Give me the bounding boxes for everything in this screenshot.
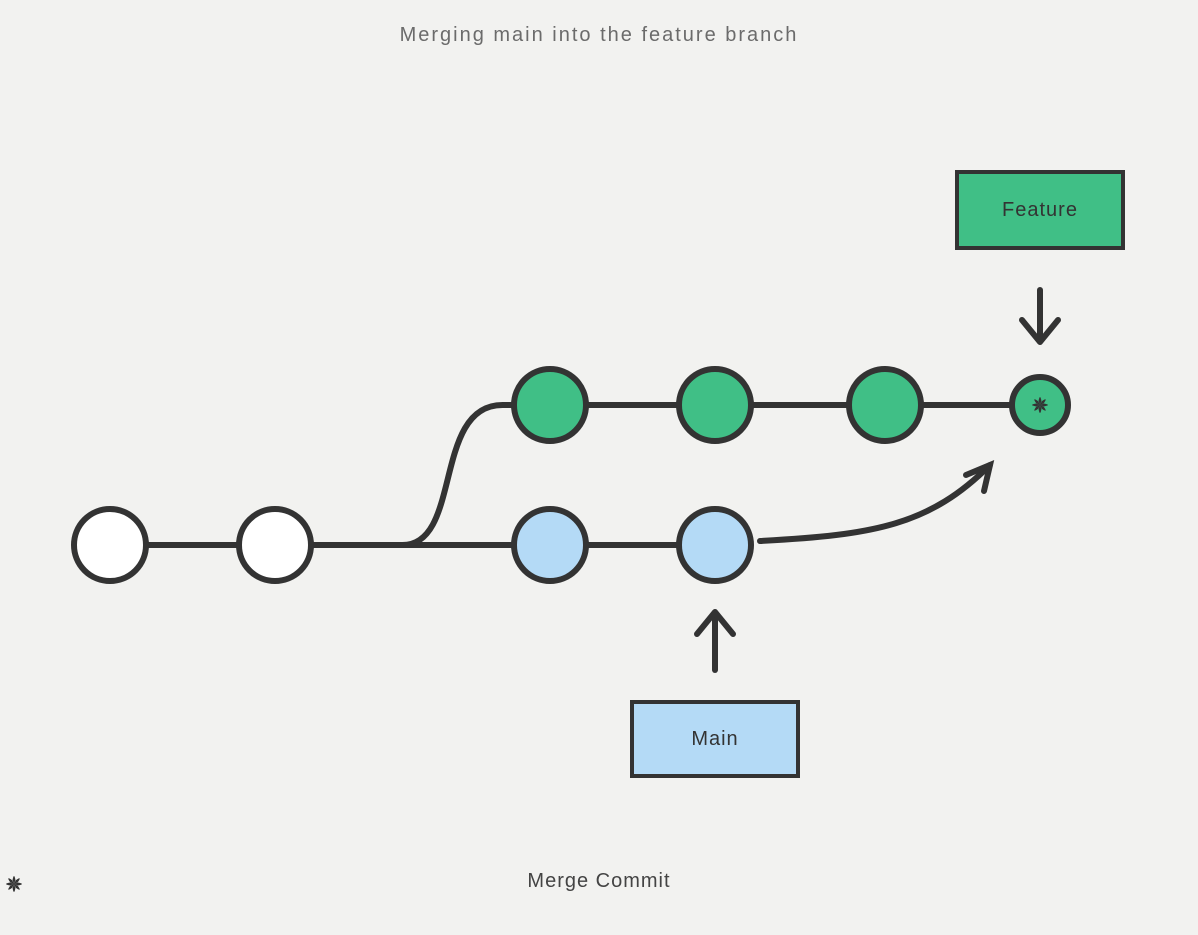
merge-edge xyxy=(760,465,990,541)
edge xyxy=(275,405,550,545)
merge-commit-icon xyxy=(0,870,28,898)
legend: Merge Commit xyxy=(0,870,1198,893)
commit-node xyxy=(679,509,751,581)
feature-branch-text: Feature xyxy=(1002,199,1078,222)
commit-node xyxy=(514,509,586,581)
commit-node xyxy=(239,509,311,581)
legend-text: Merge Commit xyxy=(527,870,670,893)
main-arrow-up-icon xyxy=(697,612,733,670)
merge-star-icon xyxy=(1032,397,1048,413)
commit-node xyxy=(679,369,751,441)
commit-node xyxy=(514,369,586,441)
git-diagram-svg xyxy=(0,0,1198,935)
feature-arrow-down-icon xyxy=(1022,290,1058,342)
commit-node xyxy=(849,369,921,441)
main-branch-text: Main xyxy=(691,728,738,751)
commit-node xyxy=(74,509,146,581)
merge-commit-node xyxy=(1012,377,1068,433)
feature-branch-label: Feature xyxy=(955,170,1125,250)
main-branch-label: Main xyxy=(630,700,800,778)
